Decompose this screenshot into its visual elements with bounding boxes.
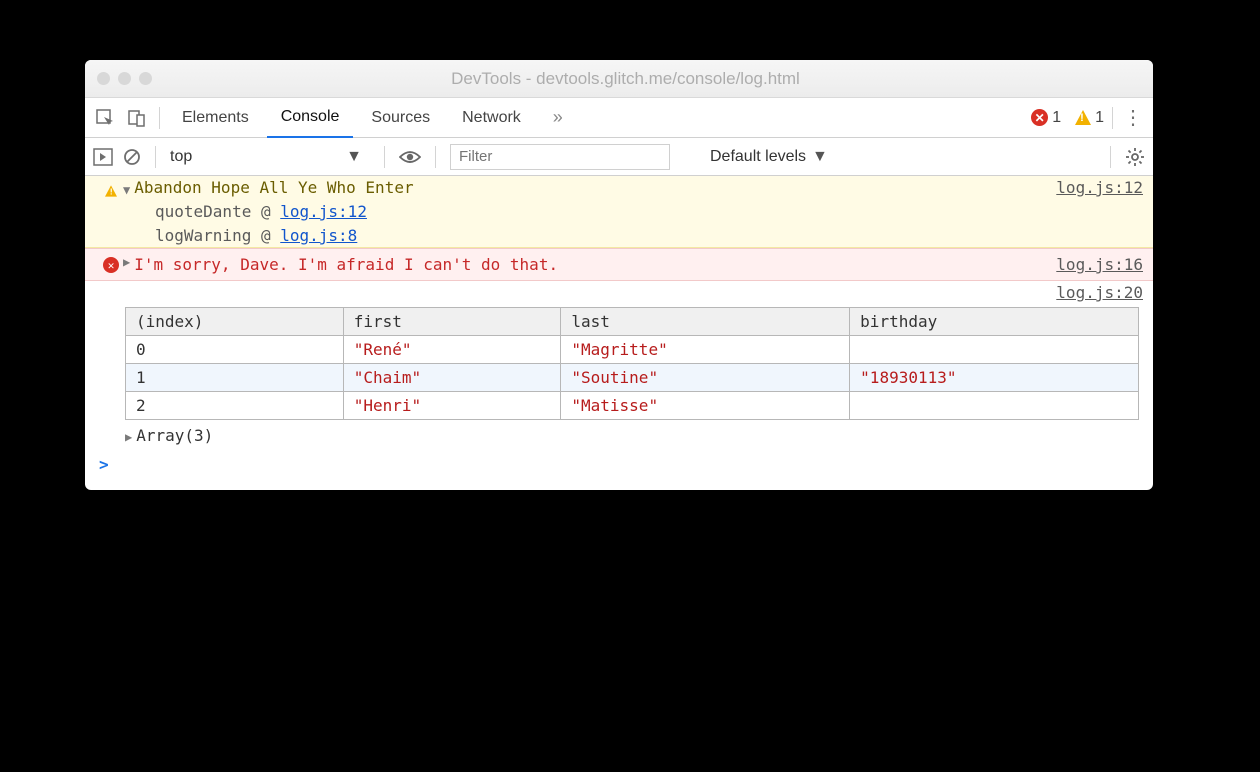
table-header[interactable]: birthday: [850, 308, 1139, 336]
tab-console[interactable]: Console: [267, 98, 354, 138]
console-warn-row[interactable]: ▼ Abandon Hope All Ye Who Enter log.js:1…: [85, 176, 1153, 200]
window-zoom-light[interactable]: [139, 72, 152, 85]
disclosure-toggle-icon[interactable]: ▶: [123, 255, 134, 269]
tabs-overflow-icon[interactable]: »: [539, 98, 577, 138]
table-row: 1 "Chaim" "Soutine" "18930113": [126, 364, 1139, 392]
error-icon: ✕: [1031, 109, 1048, 126]
table-header-row: (index) first last birthday: [126, 308, 1139, 336]
tab-elements[interactable]: Elements: [168, 98, 263, 138]
window-traffic-lights[interactable]: [97, 72, 152, 85]
error-icon: ✕: [99, 255, 123, 273]
status-badges[interactable]: ✕ 1 1: [1031, 109, 1104, 127]
warn-message: Abandon Hope All Ye Who Enter: [134, 178, 413, 197]
divider: [155, 146, 156, 168]
kebab-menu-icon[interactable]: ⋮: [1121, 105, 1145, 130]
table-header[interactable]: first: [343, 308, 561, 336]
disclosure-toggle-icon[interactable]: ▼: [123, 183, 134, 197]
console-settings-icon[interactable]: [1125, 147, 1145, 167]
live-expression-icon[interactable]: [399, 149, 421, 165]
clear-console-icon[interactable]: [123, 148, 141, 166]
tab-network[interactable]: Network: [448, 98, 535, 138]
filter-input[interactable]: [450, 144, 670, 170]
warning-count: 1: [1095, 109, 1104, 127]
chevron-down-icon: ▼: [812, 148, 828, 166]
warning-icon: [1075, 110, 1091, 125]
divider: [1112, 107, 1113, 129]
console-prompt[interactable]: >: [85, 451, 1153, 490]
error-message: I'm sorry, Dave. I'm afraid I can't do t…: [134, 255, 558, 274]
table-row: 2 "Henri" "Matisse": [126, 392, 1139, 420]
console-object-summary[interactable]: ▶Array(3): [85, 424, 1153, 451]
console-output: ▼ Abandon Hope All Ye Who Enter log.js:1…: [85, 176, 1153, 490]
inspect-icon[interactable]: [91, 104, 119, 132]
console-filterbar: top ▼ Default levels ▼: [85, 138, 1153, 176]
divider: [159, 107, 160, 129]
log-levels-selector[interactable]: Default levels ▼: [710, 148, 828, 166]
stack-fn: quoteDante: [155, 202, 251, 221]
prompt-chevron-icon: >: [99, 455, 109, 474]
console-table: (index) first last birthday 0 "René" "Ma…: [125, 307, 1139, 420]
stack-frame: logWarning @ log.js:8: [85, 224, 1153, 248]
context-value: top: [170, 148, 192, 166]
warn-source-link[interactable]: log.js:12: [1056, 178, 1143, 197]
stack-fn: logWarning: [155, 226, 251, 245]
table-header[interactable]: last: [561, 308, 850, 336]
log-levels-value: Default levels: [710, 148, 806, 166]
table-header[interactable]: (index): [126, 308, 344, 336]
disclosure-toggle-icon[interactable]: ▶: [125, 430, 136, 444]
console-error-row[interactable]: ✕ ▶ I'm sorry, Dave. I'm afraid I can't …: [85, 248, 1153, 281]
error-source-link[interactable]: log.js:16: [1056, 255, 1143, 274]
devtools-window: DevTools - devtools.glitch.me/console/lo…: [85, 60, 1153, 490]
sidebar-toggle-icon[interactable]: [93, 148, 113, 166]
table-row: 0 "René" "Magritte": [126, 336, 1139, 364]
stack-frame: quoteDante @ log.js:12: [85, 200, 1153, 224]
stack-link[interactable]: log.js:12: [280, 202, 367, 221]
window-titlebar: DevTools - devtools.glitch.me/console/lo…: [85, 60, 1153, 98]
window-minimize-light[interactable]: [118, 72, 131, 85]
window-close-light[interactable]: [97, 72, 110, 85]
chevron-down-icon: ▼: [346, 148, 362, 166]
tab-sources[interactable]: Sources: [357, 98, 444, 138]
divider: [435, 146, 436, 168]
devtools-tabbar: Elements Console Sources Network » ✕ 1 1…: [85, 98, 1153, 138]
error-count: 1: [1052, 109, 1061, 127]
table-source-link[interactable]: log.js:20: [1056, 283, 1143, 302]
warning-icon: [99, 180, 123, 197]
divider: [1110, 146, 1111, 168]
device-toolbar-icon[interactable]: [123, 104, 151, 132]
window-title: DevTools - devtools.glitch.me/console/lo…: [160, 69, 1141, 89]
stack-link[interactable]: log.js:8: [280, 226, 357, 245]
console-table-source: log.js:20: [85, 281, 1153, 305]
divider: [384, 146, 385, 168]
context-selector[interactable]: top ▼: [170, 148, 370, 166]
